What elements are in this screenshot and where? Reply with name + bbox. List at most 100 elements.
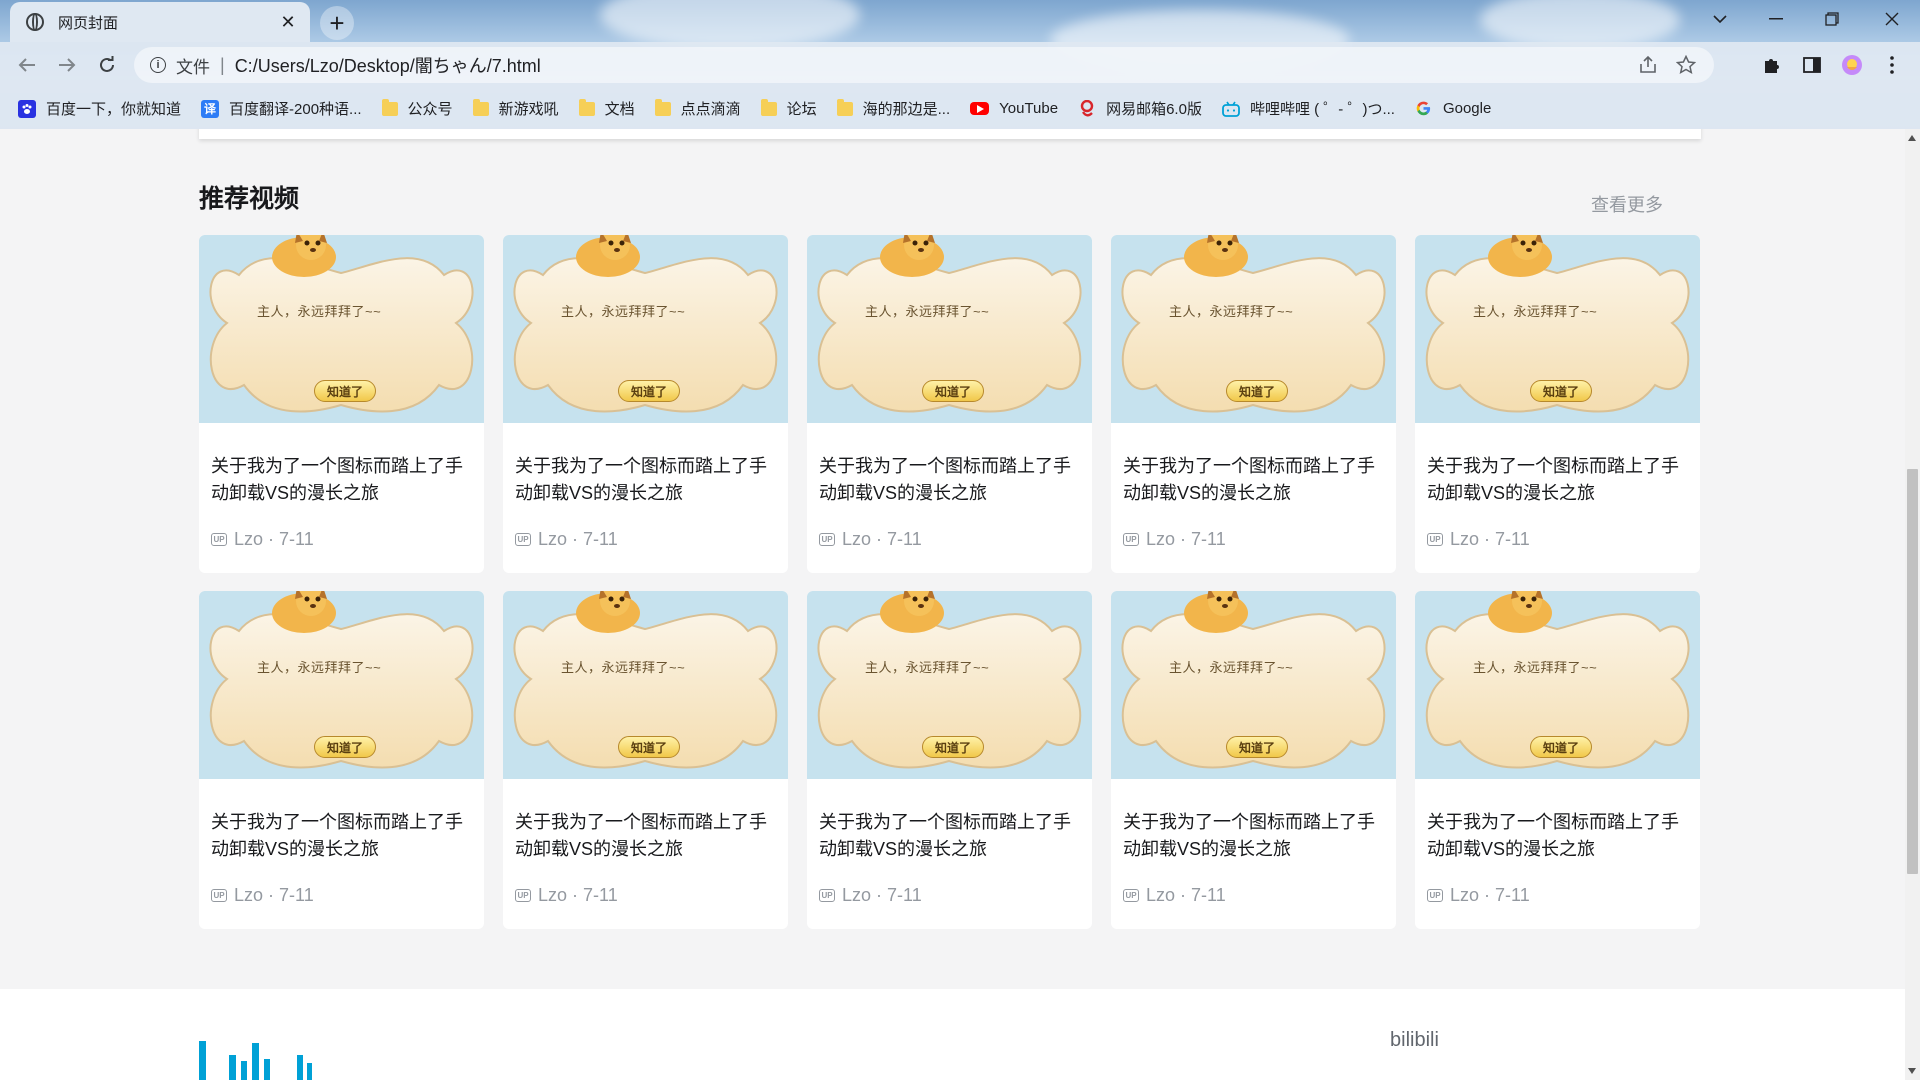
see-more-link[interactable]: 查看更多 (1591, 191, 1663, 217)
info-icon[interactable]: i (150, 57, 166, 73)
video-author-date[interactable]: Lzo · 7-11 (1450, 885, 1530, 906)
tab-search-button[interactable] (1692, 0, 1748, 38)
video-title[interactable]: 关于我为了一个图标而踏上了手动卸载VS的漫长之旅 (211, 453, 473, 507)
page-scrollbar[interactable] (1905, 129, 1920, 1080)
bookmark-folder[interactable]: 海的那边是... (836, 98, 950, 119)
back-button[interactable] (12, 50, 42, 80)
thumbnail-bubble-text: 主人，永远拜拜了~~ (561, 660, 686, 675)
video-meta: UP Lzo · 7-11 (819, 885, 922, 906)
video-title[interactable]: 关于我为了一个图标而踏上了手动卸载VS的漫长之旅 (515, 809, 777, 863)
video-thumbnail[interactable]: 主人，永远拜拜了~~ 知道了 (1415, 235, 1700, 423)
minimize-button[interactable] (1748, 0, 1804, 38)
video-author-date[interactable]: Lzo · 7-11 (538, 529, 618, 550)
bookmark-folder[interactable]: 新游戏吼 (472, 98, 559, 119)
video-card[interactable]: 主人，永远拜拜了~~ 知道了关于我为了一个图标而踏上了手动卸载VS的漫长之旅 UP L… (503, 591, 788, 929)
video-title[interactable]: 关于我为了一个图标而踏上了手动卸载VS的漫长之旅 (819, 453, 1081, 507)
up-badge-icon: UP (819, 889, 835, 902)
thumbnail-bubble-text: 主人，永远拜拜了~~ (561, 304, 686, 319)
folder-icon (760, 98, 777, 116)
bookmark-folder[interactable]: 公众号 (381, 98, 453, 119)
new-tab-button[interactable]: + (320, 6, 354, 40)
up-badge-icon: UP (819, 533, 835, 546)
star-icon[interactable] (1676, 55, 1696, 75)
video-author-date[interactable]: Lzo · 7-11 (1146, 885, 1226, 906)
side-panel-icon (1803, 57, 1821, 73)
bookmark-baidu[interactable]: 百度一下，你就知道 (18, 98, 181, 119)
address-separator: | (220, 54, 225, 75)
video-title[interactable]: 关于我为了一个图标而踏上了手动卸载VS的漫长之旅 (1427, 809, 1689, 863)
video-card[interactable]: 主人，永远拜拜了~~ 知道了关于我为了一个图标而踏上了手动卸载VS的漫长之旅 UP L… (1111, 591, 1396, 929)
video-meta: UP Lzo · 7-11 (515, 885, 618, 906)
video-thumbnail[interactable]: 主人，永远拜拜了~~ 知道了 (199, 235, 484, 423)
video-title[interactable]: 关于我为了一个图标而踏上了手动卸载VS的漫长之旅 (1123, 453, 1385, 507)
video-title[interactable]: 关于我为了一个图标而踏上了手动卸载VS的漫长之旅 (515, 453, 777, 507)
restore-button[interactable] (1804, 0, 1860, 38)
video-thumbnail[interactable]: 主人，永远拜拜了~~ 知道了 (807, 591, 1092, 779)
video-card[interactable]: 主人，永远拜拜了~~ 知道了 关于我为了一个图标而踏上了手动卸载VS的漫长之旅 UP L… (1415, 235, 1700, 573)
close-window-button[interactable] (1864, 0, 1920, 38)
globe-icon (26, 13, 44, 31)
video-author-date[interactable]: Lzo · 7-11 (842, 885, 922, 906)
video-thumbnail[interactable]: 主人，永远拜拜了~~ 知道了 (1415, 591, 1700, 779)
video-thumbnail[interactable]: 主人，永远拜拜了~~ 知道了 (1111, 591, 1396, 779)
browser-tab-active[interactable]: 网页封面 ✕ (10, 2, 310, 42)
video-title[interactable]: 关于我为了一个图标而踏上了手动卸载VS的漫长之旅 (819, 809, 1081, 863)
video-title[interactable]: 关于我为了一个图标而踏上了手动卸载VS的漫长之旅 (1427, 453, 1689, 507)
bilibili-icon (1222, 100, 1240, 118)
video-thumbnail[interactable]: 主人，永远拜拜了~~ 知道了 (503, 591, 788, 779)
forward-button[interactable] (52, 50, 82, 80)
video-author-date[interactable]: Lzo · 7-11 (538, 885, 618, 906)
video-author-date[interactable]: Lzo · 7-11 (234, 885, 314, 906)
video-card[interactable]: 主人，永远拜拜了~~ 知道了 关于我为了一个图标而踏上了手动卸载VS的漫长之旅 UP L… (199, 235, 484, 573)
video-thumbnail[interactable]: 主人，永远拜拜了~~ 知道了 (807, 235, 1092, 423)
arrow-left-icon (18, 58, 35, 72)
video-card[interactable]: 主人，永远拜拜了~~ 知道了关于我为了一个图标而踏上了手动卸载VS的漫长之旅 UP L… (807, 591, 1092, 929)
video-author-date[interactable]: Lzo · 7-11 (234, 529, 314, 550)
bookmark-folder[interactable]: 点点滴滴 (654, 98, 741, 119)
address-bar[interactable]: i 文件 | C:/Users/Lzo/Desktop/闇ちゃん/7.html (134, 47, 1714, 83)
profile-avatar[interactable] (1837, 50, 1867, 80)
video-title[interactable]: 关于我为了一个图标而踏上了手动卸载VS的漫长之旅 (1123, 809, 1385, 863)
video-thumbnail[interactable]: 主人，永远拜拜了~~ 知道了 (199, 591, 484, 779)
video-title[interactable]: 关于我为了一个图标而踏上了手动卸载VS的漫长之旅 (211, 809, 473, 863)
video-card[interactable]: 主人，永远拜拜了~~ 知道了 关于我为了一个图标而踏上了手动卸载VS的漫长之旅 UP L… (1111, 235, 1396, 573)
address-url[interactable]: C:/Users/Lzo/Desktop/闇ちゃん/7.html (235, 52, 541, 78)
video-author-date[interactable]: Lzo · 7-11 (842, 529, 922, 550)
bookmark-baidu-translate[interactable]: 译 百度翻译-200种语... (201, 98, 362, 119)
bookmark-google[interactable]: Google (1415, 100, 1491, 118)
page-content: 推荐视频 查看更多 主人，永远拜拜了~~ 知道了 关于我为了一个图标而踏上了手动卸载… (0, 129, 1905, 1080)
folder-icon (836, 98, 853, 116)
up-badge-icon: UP (1427, 889, 1443, 902)
reload-button[interactable] (92, 50, 122, 80)
scrollbar-thumb[interactable] (1907, 469, 1918, 874)
bookmark-netease-mail[interactable]: 网易邮箱6.0版 (1078, 98, 1202, 119)
scroll-down-arrow-icon[interactable] (1908, 1068, 1916, 1074)
youtube-icon (970, 102, 990, 115)
video-card[interactable]: 主人，永远拜拜了~~ 知道了 关于我为了一个图标而踏上了手动卸载VS的漫长之旅 UP L… (199, 591, 484, 929)
extensions-button[interactable] (1757, 50, 1787, 80)
video-author-date[interactable]: Lzo · 7-11 (1450, 529, 1530, 550)
thumbnail-bubble-text: 主人，永远拜拜了~~ (1473, 660, 1598, 675)
video-thumbnail[interactable]: 主人，永远拜拜了~~ 知道了 (503, 235, 788, 423)
omnibox-actions (1638, 55, 1696, 75)
bookmark-folder[interactable]: 论坛 (760, 98, 817, 119)
bookmark-folder[interactable]: 文档 (578, 98, 635, 119)
bookmark-label: 文档 (604, 101, 635, 118)
browser-menu-button[interactable] (1877, 50, 1907, 80)
tab-close-button[interactable]: ✕ (278, 12, 298, 33)
bookmark-youtube[interactable]: YouTube (970, 100, 1058, 117)
bookmark-label: 点点滴滴 (680, 101, 741, 118)
video-card[interactable]: 主人，永远拜拜了~~ 知道了关于我为了一个图标而踏上了手动卸载VS的漫长之旅 UP L… (807, 235, 1092, 573)
bookmark-bilibili[interactable]: 哔哩哔哩 ( ゜- ゜)つ... (1222, 98, 1395, 119)
video-meta: UP Lzo · 7-11 (1123, 885, 1226, 906)
google-icon (1415, 100, 1433, 118)
video-author-date[interactable]: Lzo · 7-11 (1146, 529, 1226, 550)
video-card[interactable]: 主人，永远拜拜了~~ 知道了关于我为了一个图标而踏上了手动卸载VS的漫长之旅 UP L… (1415, 591, 1700, 929)
side-panel-button[interactable] (1797, 50, 1827, 80)
bookmark-label: 公众号 (407, 101, 453, 118)
video-thumbnail[interactable]: 主人，永远拜拜了~~ 知道了 (1111, 235, 1396, 423)
thumbnail-ok-button: 知道了 (314, 736, 376, 758)
video-card[interactable]: 主人，永远拜拜了~~ 知道了 关于我为了一个图标而踏上了手动卸载VS的漫长之旅 UP L… (503, 235, 788, 573)
scroll-up-arrow-icon[interactable] (1908, 135, 1916, 141)
share-icon[interactable] (1638, 55, 1658, 75)
